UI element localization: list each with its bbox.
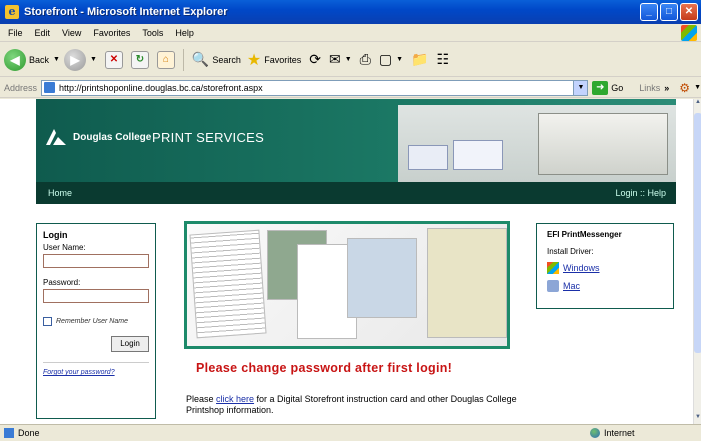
forgot-password-link[interactable]: Forgot your password?: [43, 369, 149, 376]
stop-button[interactable]: ✕: [104, 50, 123, 69]
address-url[interactable]: http://printshoponline.douglas.bc.ca/sto…: [59, 83, 263, 93]
mac-icon: [547, 280, 559, 292]
window-title: Storefront - Microsoft Internet Explorer: [24, 6, 228, 18]
web-page: Douglas College PRINT SERVICES Home Logi…: [36, 99, 676, 424]
go-arrow-icon[interactable]: ➜: [592, 80, 609, 95]
security-zone: Internet: [590, 428, 635, 438]
nav-home-link[interactable]: Home: [48, 188, 72, 198]
menu-view[interactable]: View: [62, 28, 81, 38]
print-icon[interactable]: ⎙: [360, 51, 371, 68]
college-logo-icon: [46, 129, 66, 145]
menu-tools[interactable]: Tools: [142, 28, 163, 38]
window-controls: _ □ ✕: [640, 3, 698, 21]
page-status-icon: [4, 428, 14, 438]
info-pre: Please: [186, 394, 217, 404]
page-viewport: Douglas College PRINT SERVICES Home Logi…: [0, 99, 693, 424]
go-button[interactable]: Go: [611, 83, 623, 93]
efi-panel: EFI PrintMessenger Install Driver: Windo…: [536, 223, 674, 309]
click-here-link[interactable]: click here: [216, 394, 254, 404]
vertical-scrollbar[interactable]: ▲ ▼: [693, 99, 701, 424]
username-label: User Name:: [43, 243, 86, 252]
menu-favorites[interactable]: Favorites: [93, 28, 130, 38]
status-bar: Done Internet: [0, 424, 701, 441]
password-notice: Please change password after first login…: [196, 361, 453, 375]
folder-icon[interactable]: 📁: [411, 51, 428, 68]
windows-driver-link[interactable]: Windows: [547, 262, 663, 274]
history-icon[interactable]: ⟳: [309, 51, 321, 68]
forward-dropdown-icon[interactable]: ▼: [90, 56, 97, 63]
ie-icon: e: [5, 5, 19, 19]
refresh-button[interactable]: ↻: [130, 50, 149, 69]
back-button[interactable]: ◀: [4, 48, 26, 71]
login-heading: Login: [43, 230, 68, 240]
address-label: Address: [4, 82, 38, 93]
address-input[interactable]: http://printshoponline.douglas.bc.ca/sto…: [41, 79, 589, 96]
menu-help[interactable]: Help: [175, 28, 194, 38]
tools-dropdown-icon[interactable]: ▼: [694, 84, 701, 91]
search-icon[interactable]: 🔍: [192, 51, 209, 68]
back-label: Back: [29, 54, 50, 65]
remember-checkbox[interactable]: [43, 317, 52, 326]
login-button[interactable]: Login: [111, 336, 149, 352]
info-text: Please click here for a Digital Storefro…: [186, 394, 526, 416]
chevron-right-icon[interactable]: »: [664, 83, 669, 93]
toolbar: ◀ Back ▼ ▶ ▼ ✕ ↻ ⌂ 🔍 Search ★ Favorites …: [0, 43, 701, 77]
title-bar: e Storefront - Microsoft Internet Explor…: [0, 0, 701, 24]
messenger-icon[interactable]: ☷: [436, 51, 449, 68]
forward-button[interactable]: ▶: [63, 48, 86, 71]
edit-icon[interactable]: ▢: [379, 51, 392, 68]
links-button[interactable]: Links: [639, 83, 660, 93]
search-button[interactable]: Search: [212, 55, 241, 65]
service-title: PRINT SERVICES: [152, 130, 265, 145]
scroll-up-icon[interactable]: ▲: [694, 99, 701, 109]
menu-file[interactable]: File: [8, 28, 23, 38]
remember-row: Remember User Name: [43, 317, 149, 326]
edit-dropdown-icon[interactable]: ▼: [396, 56, 403, 63]
favorites-icon[interactable]: ★: [247, 50, 261, 70]
remember-label[interactable]: Remember User Name: [56, 318, 128, 325]
mail-icon[interactable]: ✉: [329, 51, 341, 68]
back-dropdown-icon[interactable]: ▼: [53, 56, 60, 63]
tools-icon[interactable]: ⚙: [679, 81, 690, 95]
efi-heading: EFI PrintMessenger: [547, 230, 622, 239]
address-dropdown-icon[interactable]: ▼: [573, 80, 588, 95]
login-panel: Login User Name: Password: Remember User…: [36, 223, 156, 419]
page-icon: [44, 82, 56, 93]
nav-login-help-links[interactable]: Login :: Help: [615, 188, 666, 198]
install-driver-label: Install Driver:: [547, 247, 594, 256]
home-button[interactable]: ⌂: [156, 50, 175, 69]
password-label: Password:: [43, 278, 81, 287]
address-bar: Address http://printshoponline.douglas.b…: [0, 78, 701, 98]
nav-bar: Home Login :: Help: [36, 182, 676, 204]
status-text: Done: [18, 428, 40, 438]
windows-icon: [547, 262, 559, 274]
windows-logo-icon: [681, 25, 697, 41]
zone-label: Internet: [604, 428, 635, 438]
menu-bar: File Edit View Favorites Tools Help: [0, 24, 701, 42]
username-input[interactable]: [43, 254, 149, 268]
banner-photo: [398, 105, 676, 182]
password-input[interactable]: [43, 289, 149, 303]
mac-driver-link[interactable]: Mac: [547, 280, 663, 292]
close-button[interactable]: ✕: [680, 3, 698, 21]
mac-label[interactable]: Mac: [563, 281, 580, 291]
promo-image: [184, 221, 510, 349]
menu-edit[interactable]: Edit: [35, 28, 51, 38]
maximize-button[interactable]: □: [660, 3, 678, 21]
scroll-thumb[interactable]: [694, 113, 701, 353]
scroll-down-icon[interactable]: ▼: [694, 414, 701, 424]
globe-icon: [590, 428, 600, 438]
college-name: Douglas College: [73, 132, 152, 143]
mail-dropdown-icon[interactable]: ▼: [345, 56, 352, 63]
toolbar-divider: [182, 48, 184, 71]
minimize-button[interactable]: _: [640, 3, 658, 21]
login-divider: [43, 362, 149, 363]
favorites-button[interactable]: Favorites: [264, 55, 301, 65]
header-banner: Douglas College PRINT SERVICES: [36, 99, 676, 182]
windows-label[interactable]: Windows: [563, 263, 600, 273]
